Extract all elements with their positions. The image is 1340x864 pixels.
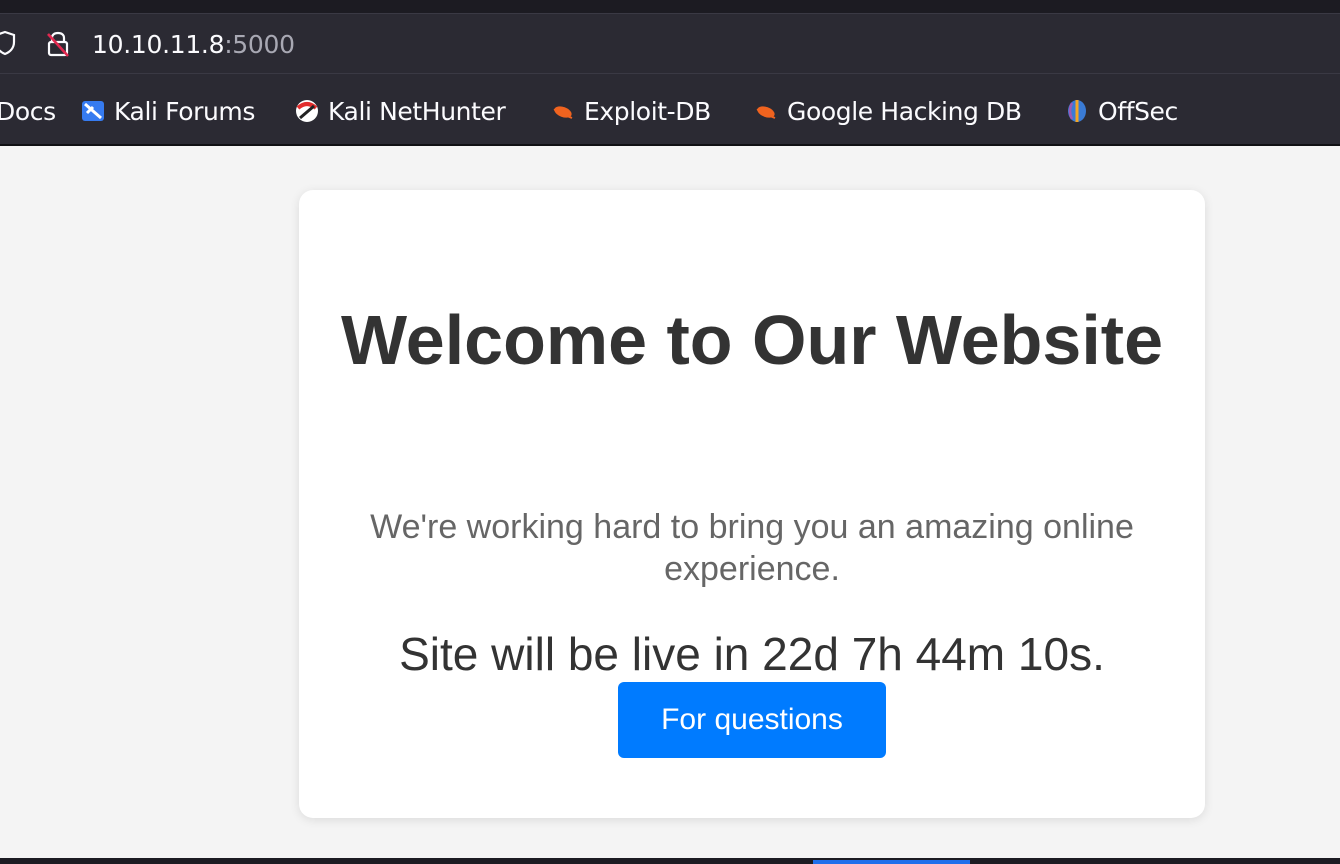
exploit-db-icon xyxy=(550,98,576,124)
bookmark-google-hacking-db[interactable]: Google Hacking DB xyxy=(753,96,1022,126)
page-title: Welcome to Our Website xyxy=(340,301,1164,379)
url-port: :5000 xyxy=(224,30,295,59)
bookmark-docs[interactable]: Docs xyxy=(0,96,56,126)
countdown-text: Site will be live in 22d 7h 44m 10s. xyxy=(399,628,1105,680)
kali-nethunter-icon xyxy=(294,98,320,124)
bookmark-label: Docs xyxy=(0,96,56,126)
url-text[interactable]: 10.10.11.8:5000 xyxy=(92,28,295,62)
url-host: 10.10.11.8 xyxy=(92,30,225,59)
bookmark-offsec[interactable]: OffSec xyxy=(1064,96,1178,126)
offsec-icon xyxy=(1064,98,1090,124)
bookmark-kali-forums[interactable]: Kali Forums xyxy=(80,96,255,126)
welcome-card: Welcome to Our Website We're working har… xyxy=(299,190,1205,818)
for-questions-button[interactable]: For questions xyxy=(618,682,886,758)
bottom-edge xyxy=(0,858,1340,864)
kali-forums-icon xyxy=(80,98,106,124)
address-bar[interactable]: 10.10.11.8:5000 xyxy=(0,14,1340,74)
bookmark-label: Kali Forums xyxy=(114,96,255,126)
bookmarks-toolbar: Docs Kali Forums Kali NetHunter Exploit-… xyxy=(0,74,1340,146)
page-subtitle: We're working hard to bring you an amazi… xyxy=(370,508,1134,588)
bookmark-label: Google Hacking DB xyxy=(787,96,1022,126)
lock-insecure-icon[interactable] xyxy=(44,30,72,58)
exploit-db-icon xyxy=(753,98,779,124)
page-viewport: Welcome to Our Website We're working har… xyxy=(0,146,1340,858)
bookmark-label: Exploit-DB xyxy=(584,96,711,126)
bookmark-kali-nethunter[interactable]: Kali NetHunter xyxy=(294,96,506,126)
bookmark-exploit-db[interactable]: Exploit-DB xyxy=(550,96,711,126)
window-top-edge xyxy=(0,0,1340,14)
taskbar-active-indicator xyxy=(813,860,970,864)
bookmark-label: Kali NetHunter xyxy=(328,96,506,126)
shield-icon[interactable] xyxy=(0,30,16,56)
bookmark-label: OffSec xyxy=(1098,96,1178,126)
